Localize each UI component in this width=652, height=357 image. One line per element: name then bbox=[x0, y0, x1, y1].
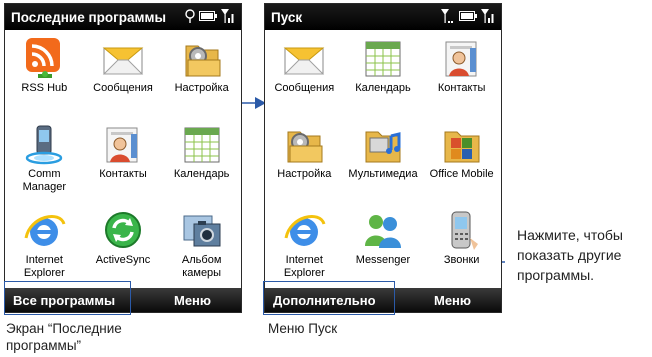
program-tile[interactable]: Альбом камеры bbox=[162, 202, 241, 288]
program-label: Контакты bbox=[437, 82, 486, 94]
program-label: Messenger bbox=[355, 254, 411, 266]
screen-title: Последние программы bbox=[11, 9, 166, 25]
program-label: Календарь bbox=[173, 168, 230, 180]
contact-card-icon bbox=[106, 127, 138, 163]
battery-icon bbox=[199, 11, 217, 21]
program-tile[interactable]: Настройка bbox=[265, 116, 344, 202]
program-label: Настройка bbox=[174, 82, 229, 94]
program-label: Контакты bbox=[99, 168, 147, 180]
program-grid: RSS Hub Сообщения Настройка Comm Manager Кон… bbox=[5, 30, 241, 288]
program-grid: Сообщения Календарь Контакты Настройка Мульт… bbox=[265, 30, 501, 288]
connectivity-icon bbox=[185, 9, 195, 23]
program-tile[interactable]: Comm Manager bbox=[5, 116, 84, 202]
start-menu-screen: Пуск Сообщения Календарь Контакты Настройка… bbox=[264, 3, 502, 313]
calendar-icon bbox=[184, 127, 220, 163]
title-bar: Последние программы bbox=[5, 4, 241, 30]
battery-icon bbox=[459, 11, 477, 21]
program-label: Internet Explorer bbox=[283, 254, 325, 279]
program-tile[interactable]: Messenger bbox=[344, 202, 423, 288]
signal-icon bbox=[221, 9, 234, 23]
comm-manager-icon bbox=[26, 125, 63, 165]
program-label: ActiveSync bbox=[95, 254, 151, 266]
program-tile[interactable]: Сообщения bbox=[84, 30, 163, 116]
program-tile[interactable]: Контакты bbox=[84, 116, 163, 202]
calendar-icon bbox=[365, 41, 401, 77]
program-tile[interactable]: Календарь bbox=[162, 116, 241, 202]
program-tile[interactable]: Контакты bbox=[422, 30, 501, 116]
program-tile[interactable]: RSS Hub bbox=[5, 30, 84, 116]
program-tile[interactable]: Сообщения bbox=[265, 30, 344, 116]
phone-calls-icon bbox=[451, 211, 478, 250]
program-label: Internet Explorer bbox=[23, 254, 65, 279]
program-label: Comm Manager bbox=[22, 168, 67, 193]
program-tile[interactable]: Мультимедиа bbox=[344, 116, 423, 202]
program-label: Календарь bbox=[355, 82, 411, 94]
all-programs-highlight bbox=[4, 281, 131, 315]
program-tile[interactable]: Календарь bbox=[344, 30, 423, 116]
contact-card-icon bbox=[445, 41, 477, 77]
left-screen-caption: Экран “Последние программы” bbox=[6, 321, 122, 353]
internet-explorer-icon bbox=[284, 215, 326, 246]
settings-folder-icon bbox=[287, 131, 323, 163]
title-bar: Пуск bbox=[265, 4, 501, 30]
program-label: Office Mobile bbox=[429, 168, 494, 180]
activesync-icon bbox=[104, 212, 141, 248]
program-label: Сообщения bbox=[274, 82, 335, 94]
status-icons bbox=[441, 9, 495, 23]
program-label: Сообщения bbox=[93, 82, 153, 94]
rss-hub-icon bbox=[26, 38, 61, 78]
multimedia-folder-icon bbox=[365, 131, 401, 163]
messenger-icon bbox=[364, 215, 401, 248]
program-tile[interactable]: Office Mobile bbox=[422, 116, 501, 202]
internet-explorer-icon bbox=[24, 215, 66, 246]
program-label: Звонки bbox=[443, 254, 480, 266]
office-mobile-icon bbox=[444, 131, 480, 163]
program-tile[interactable]: ActiveSync bbox=[84, 202, 163, 288]
more-programs-annotation: Нажмите, чтобы показать другие программы… bbox=[517, 227, 623, 283]
program-tile[interactable]: Звонки bbox=[422, 202, 501, 288]
screen-title: Пуск bbox=[271, 9, 303, 25]
menu-softkey[interactable]: Меню bbox=[434, 293, 471, 308]
envelope-icon bbox=[283, 47, 325, 75]
program-label: Настройка bbox=[277, 168, 332, 180]
connectivity-icon bbox=[441, 9, 453, 23]
more-highlight bbox=[263, 281, 395, 315]
recent-programs-screen: Последние программы RSS Hub Сообщения Наст… bbox=[4, 3, 242, 313]
right-screen-caption: Меню Пуск bbox=[268, 321, 338, 336]
signal-icon bbox=[481, 9, 494, 23]
program-tile[interactable]: Настройка bbox=[162, 30, 241, 116]
settings-folder-icon bbox=[185, 45, 221, 77]
camera-album-icon bbox=[183, 215, 221, 247]
program-label: Мультимедиа bbox=[348, 168, 418, 180]
program-label: Альбом камеры bbox=[181, 254, 222, 279]
program-tile[interactable]: Internet Explorer bbox=[5, 202, 84, 288]
program-tile[interactable]: Internet Explorer bbox=[265, 202, 344, 288]
program-label: RSS Hub bbox=[21, 82, 68, 94]
envelope-icon bbox=[102, 47, 144, 75]
menu-softkey[interactable]: Меню bbox=[174, 293, 211, 308]
status-icons bbox=[185, 9, 235, 23]
